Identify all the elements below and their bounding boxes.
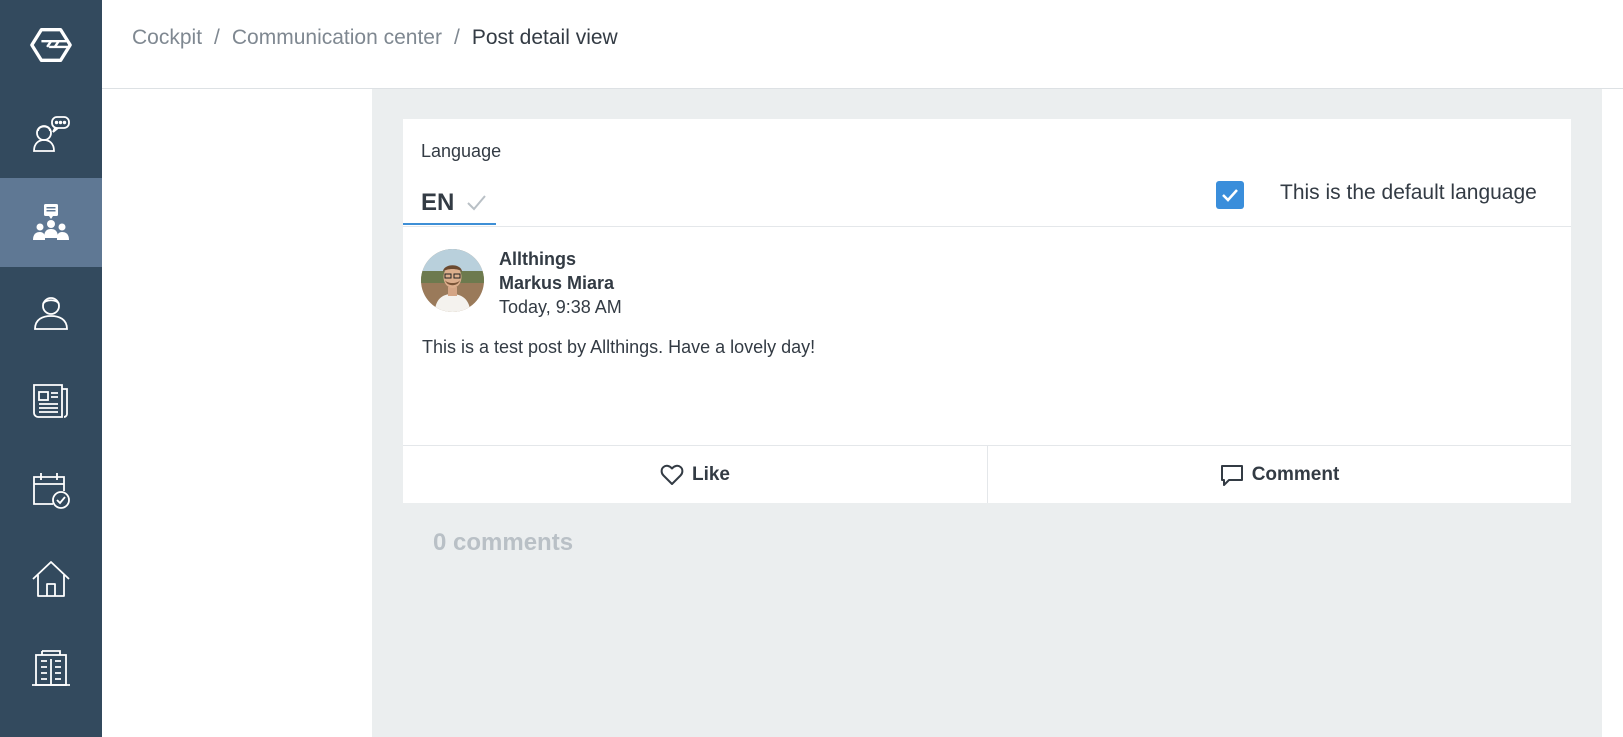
- sidebar-item-buildings[interactable]: [0, 623, 102, 712]
- check-icon: [467, 195, 486, 211]
- sidebar-item-home[interactable]: [0, 534, 102, 623]
- author-organization[interactable]: Allthings: [499, 247, 622, 271]
- user-icon: [34, 296, 68, 330]
- author-name[interactable]: Markus Miara: [499, 271, 622, 295]
- breadcrumb-separator: /: [453, 26, 460, 49]
- news-icon: [33, 383, 68, 418]
- post-card: Language EN This is the default language…: [403, 119, 1571, 503]
- tab-divider: [403, 226, 1571, 227]
- support-chat-icon: [33, 115, 70, 152]
- comments-count: 0 comments: [433, 529, 574, 556]
- comment-button[interactable]: Comment: [988, 446, 1571, 503]
- post-author: Allthings Markus Miara Today, 9:38 AM: [499, 247, 622, 319]
- app-logo-icon[interactable]: [0, 0, 102, 89]
- default-language-checkbox[interactable]: [1216, 181, 1244, 209]
- heart-icon: [660, 464, 684, 485]
- tab-language-en[interactable]: EN: [403, 183, 496, 225]
- sidebar: [0, 0, 102, 737]
- top-header: Cockpit / Communication center / Post detail…: [102, 0, 1623, 89]
- sidebar-item-support[interactable]: [0, 89, 102, 178]
- breadcrumb-current-page: Post detail view: [471, 26, 618, 49]
- like-button[interactable]: Like: [403, 446, 987, 503]
- breadcrumb-cockpit[interactable]: Cockpit: [132, 26, 202, 49]
- sidebar-item-news[interactable]: [0, 356, 102, 445]
- breadcrumb-separator: /: [214, 26, 220, 49]
- comment-icon: [1220, 464, 1243, 486]
- post-body: This is a test post by Allthings. Have a…: [422, 337, 816, 357]
- like-label: Like: [691, 463, 731, 485]
- calendar-check-icon: [33, 472, 70, 509]
- comment-label: Comment: [1251, 463, 1340, 485]
- language-label: Language: [421, 141, 502, 161]
- post-timestamp: Today, 9:38 AM: [499, 297, 622, 317]
- community-icon: [33, 203, 69, 240]
- sidebar-item-community[interactable]: [0, 178, 102, 267]
- checkmark-icon: [1222, 189, 1238, 202]
- default-language-label: This is the default language: [1280, 181, 1537, 204]
- language-code: EN: [421, 189, 455, 216]
- avatar: [421, 249, 484, 312]
- home-icon: [32, 560, 70, 597]
- sidebar-item-events[interactable]: [0, 445, 102, 534]
- sidebar-item-users[interactable]: [0, 267, 102, 356]
- breadcrumb: Cockpit / Communication center / Post detail…: [132, 26, 618, 50]
- breadcrumb-communication-center[interactable]: Communication center: [232, 26, 442, 49]
- building-icon: [32, 649, 70, 686]
